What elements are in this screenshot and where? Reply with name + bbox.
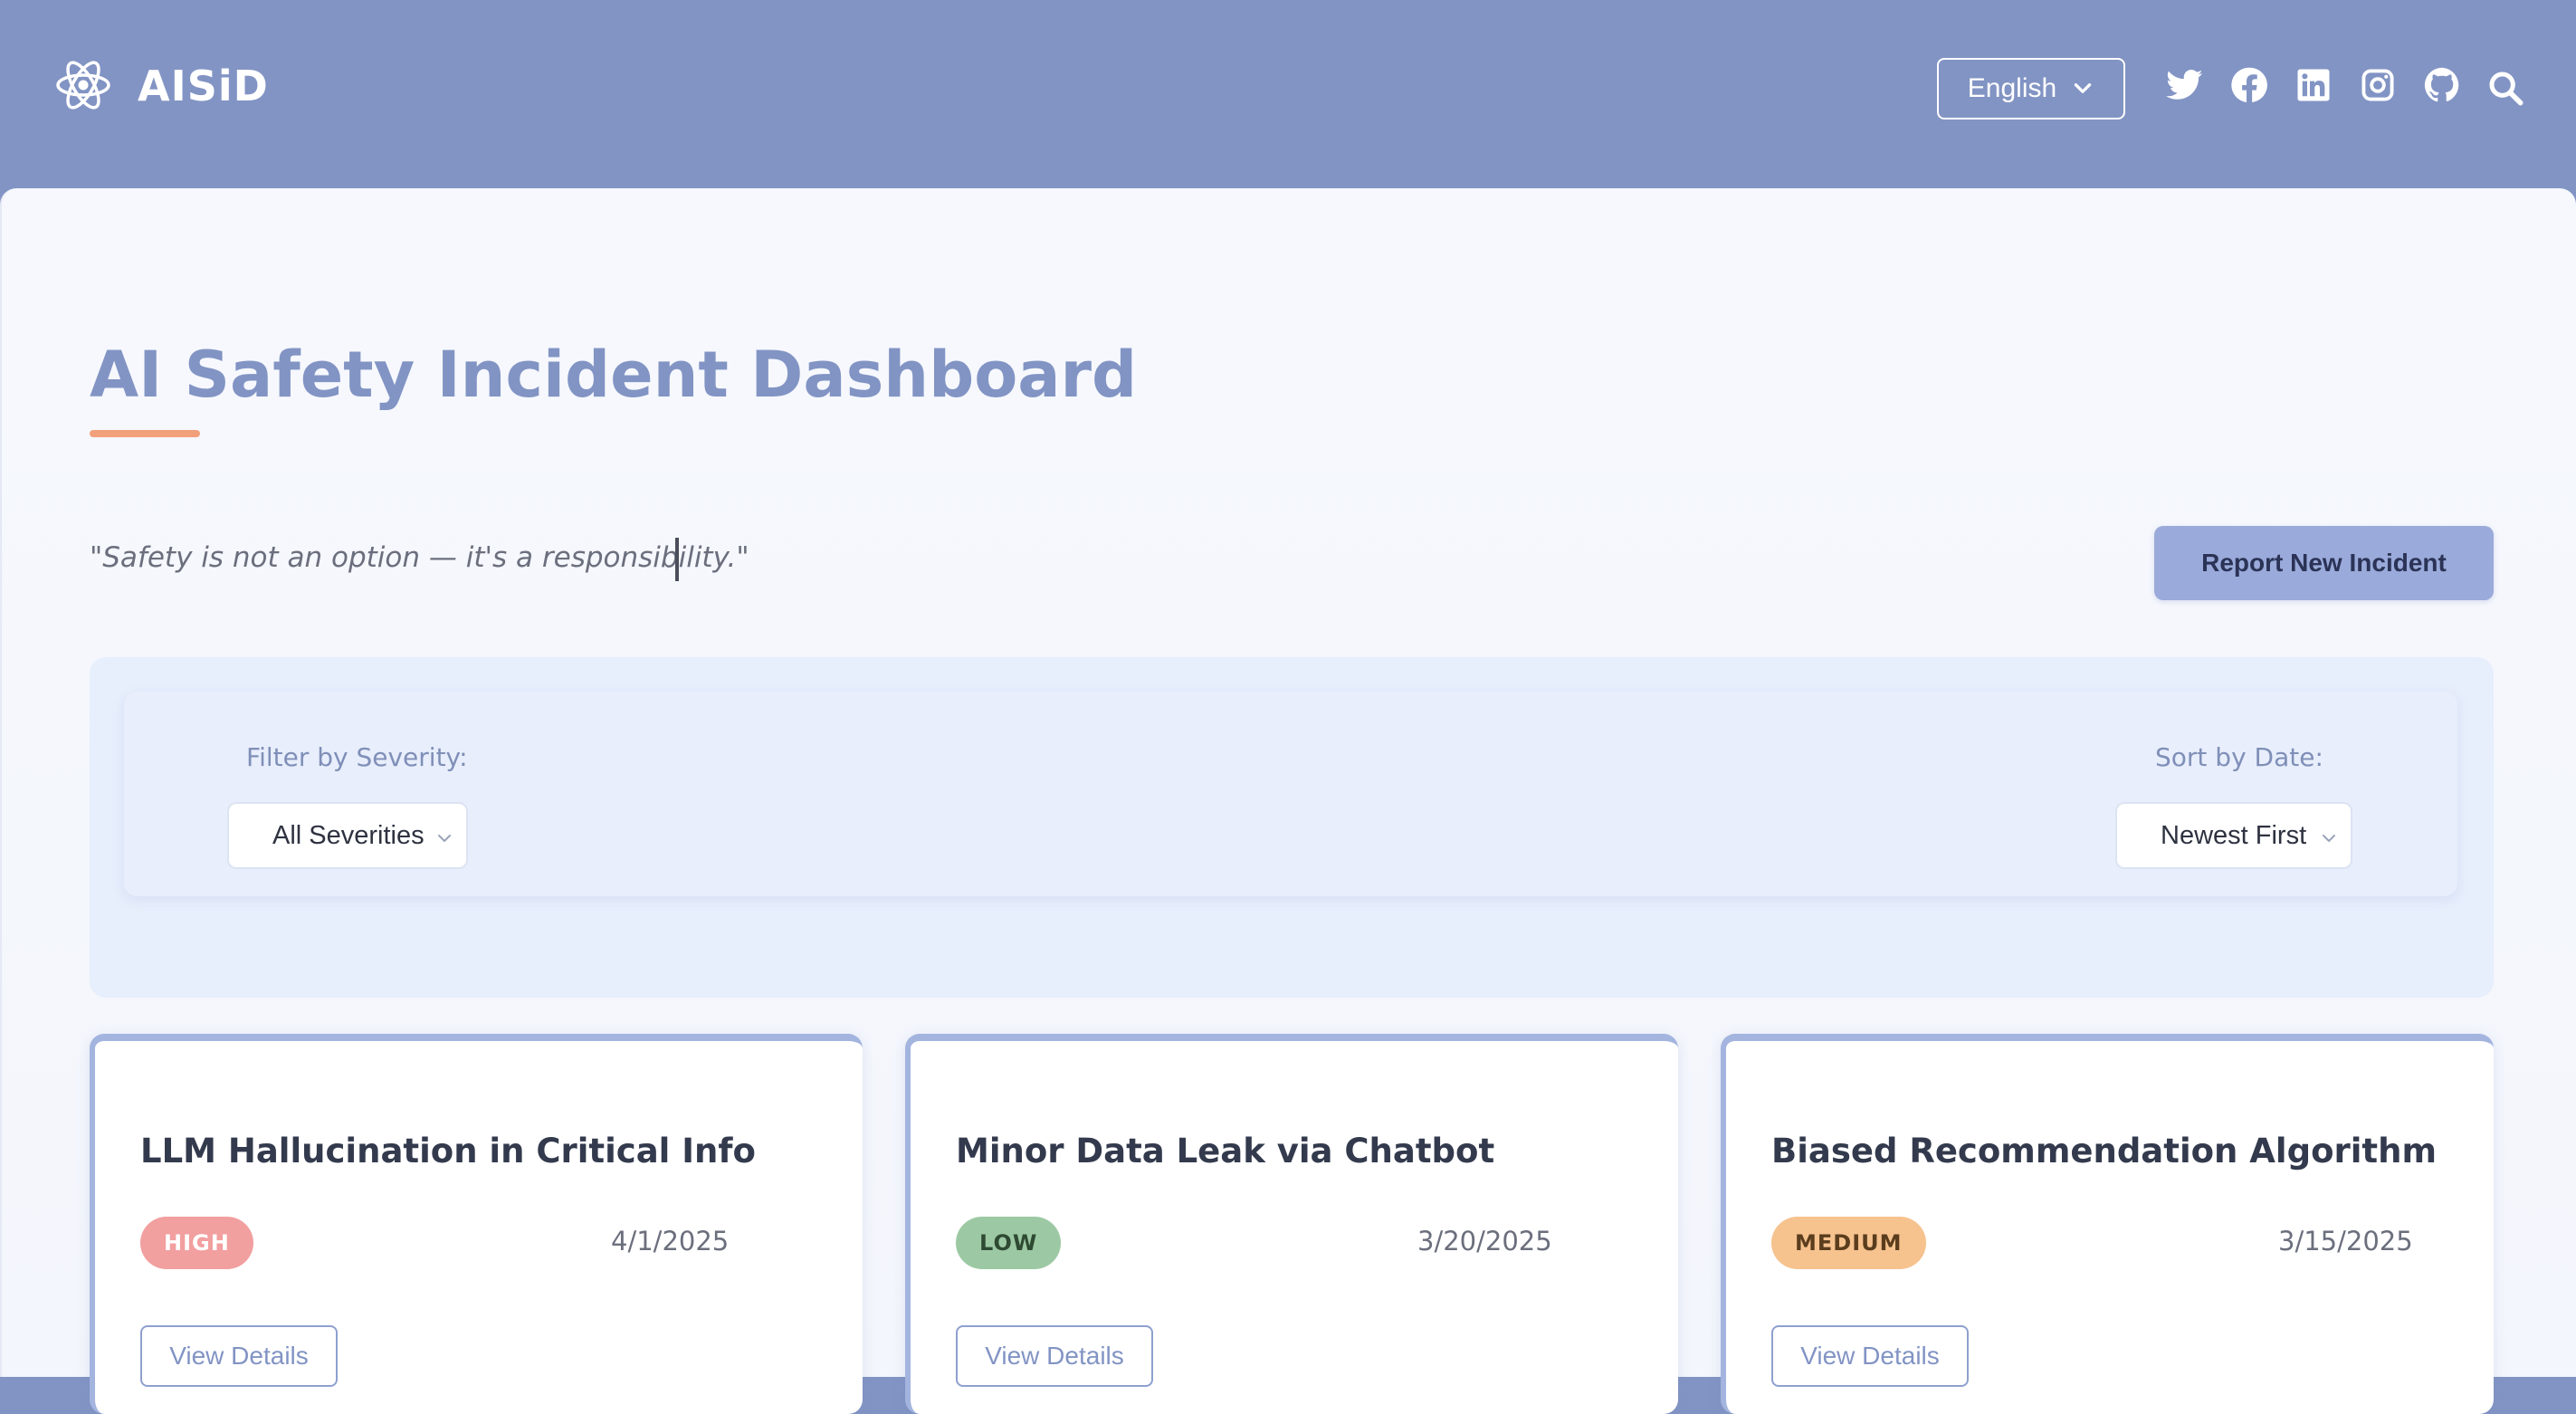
instagram-icon[interactable] — [2359, 66, 2397, 104]
brand-name[interactable]: AISiD — [138, 62, 269, 110]
incident-card: LLM Hallucination in Critical Info HIGH … — [90, 1034, 863, 1414]
facebook-icon[interactable] — [2230, 66, 2268, 104]
github-icon[interactable] — [2423, 66, 2461, 104]
incident-card: Minor Data Leak via Chatbot LOW 3/20/202… — [905, 1034, 1678, 1414]
text-cursor — [675, 538, 679, 581]
incident-date: 4/1/2025 — [611, 1226, 730, 1256]
sort-date-value: Newest First — [2161, 820, 2307, 850]
sort-date-select[interactable]: Newest First — [2115, 802, 2352, 869]
report-new-incident-button[interactable]: Report New Incident — [2154, 526, 2494, 600]
main-content: AI Safety Incident Dashboard "Safety is … — [0, 188, 2576, 1414]
filter-panel: Filter by Severity: All Severities Sort … — [90, 657, 2494, 998]
incident-title: Minor Data Leak via Chatbot — [956, 1132, 1495, 1170]
title-underline — [90, 430, 200, 437]
view-details-button[interactable]: View Details — [1771, 1325, 1969, 1387]
incident-title: LLM Hallucination in Critical Info — [140, 1132, 756, 1170]
severity-badge: HIGH — [140, 1217, 253, 1269]
atom-icon[interactable] — [54, 56, 112, 114]
incident-card: Biased Recommendation Algorithm MEDIUM 3… — [1721, 1034, 2494, 1414]
view-details-button[interactable]: View Details — [140, 1325, 338, 1387]
chevron-down-icon — [2074, 83, 2092, 93]
incident-title: Biased Recommendation Algorithm — [1771, 1132, 2438, 1170]
top-navbar: AISiD English — [0, 0, 2576, 188]
sort-date-label: Sort by Date: — [2155, 742, 2323, 772]
page-title: AI Safety Incident Dashboard — [90, 338, 1138, 412]
tagline-quote: "Safety is not an option — it's a respon… — [90, 541, 749, 574]
twitter-icon[interactable] — [2166, 66, 2204, 104]
language-select[interactable]: English — [1937, 58, 2125, 119]
chevron-down-icon — [2323, 835, 2335, 842]
linkedin-icon[interactable] — [2295, 66, 2333, 104]
chevron-down-icon — [438, 835, 451, 842]
severity-filter-value: All Severities — [272, 820, 425, 850]
severity-badge: LOW — [956, 1217, 1062, 1269]
search-icon[interactable] — [2487, 70, 2524, 106]
filter-controls: Filter by Severity: All Severities Sort … — [124, 692, 2457, 896]
severity-badge: MEDIUM — [1771, 1217, 1926, 1269]
severity-filter-select[interactable]: All Severities — [227, 802, 468, 869]
incident-date: 3/15/2025 — [2278, 1226, 2413, 1256]
severity-filter-label: Filter by Severity: — [246, 742, 468, 772]
incident-date: 3/20/2025 — [1417, 1226, 1552, 1256]
view-details-button[interactable]: View Details — [956, 1325, 1153, 1387]
language-label: English — [1967, 73, 2057, 103]
